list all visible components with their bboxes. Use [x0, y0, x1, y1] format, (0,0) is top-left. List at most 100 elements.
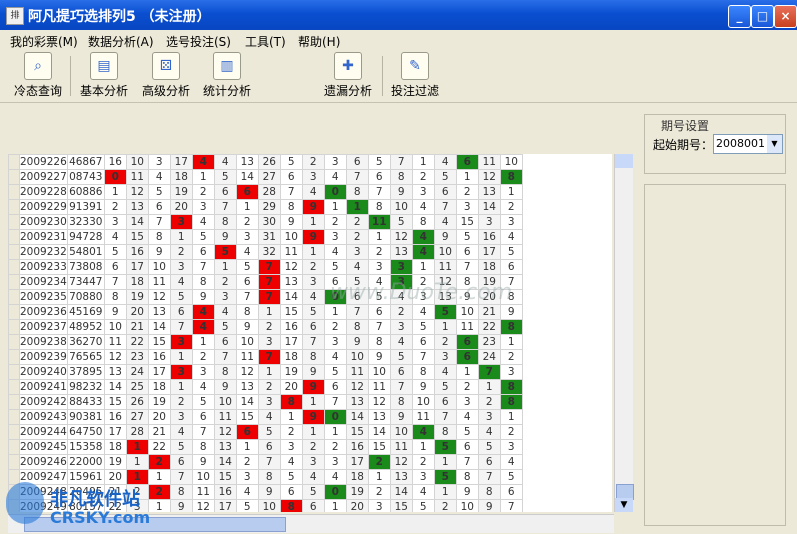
- close-button[interactable]: ×: [774, 5, 797, 28]
- menu-tools[interactable]: 工具(T): [245, 33, 286, 50]
- table-row[interactable]: 2009229 91391 2 13 6 20 3 7 1 29 8 9 1 1 8 10 4 7 3 14 2: [8, 199, 523, 215]
- miss-count-cell: 12: [213, 424, 237, 440]
- row-selector[interactable]: [8, 154, 20, 170]
- table-row[interactable]: 2009236 45169 9 20 13 6 4 4 8 1 15 5 1 7 6 2 4 5 10 21 9: [8, 304, 523, 320]
- missing-analysis-button[interactable]: ✚ 遗漏分析: [322, 52, 374, 100]
- miss-count-cell: 13: [367, 409, 391, 425]
- row-selector[interactable]: [8, 319, 20, 335]
- row-selector[interactable]: [8, 184, 20, 200]
- table-row[interactable]: 2009238 36270 11 22 15 3 1 6 10 3 17 7 3 9 8 4 6 2 6 23 1: [8, 334, 523, 350]
- miss-count-cell: 14: [235, 394, 259, 410]
- table-row[interactable]: 2009231 94728 4 15 8 1 5 9 3 31 10 9 3 2 1 12 4 9 5 16 4: [8, 229, 523, 245]
- miss-count-cell: 1: [499, 409, 523, 425]
- row-selector[interactable]: [8, 364, 20, 380]
- miss-count-cell: 25: [125, 379, 149, 395]
- miss-count-cell: 6: [499, 259, 523, 275]
- table-row[interactable]: 2009227 08743 0 11 4 18 1 5 14 27 6 3 4 7 6 8 2 5 1 12 8: [8, 169, 523, 185]
- row-selector[interactable]: [8, 439, 20, 455]
- row-selector[interactable]: [8, 454, 20, 470]
- advanced-analysis-button[interactable]: ⚄ 高级分析: [140, 52, 192, 100]
- miss-count-cell: 6: [213, 334, 237, 350]
- row-selector[interactable]: [8, 229, 20, 245]
- data-grid[interactable]: 2009226 46867 16 10 3 17 4 4 13 26 5 2 3 6 5 7 1 4 6 11 10 20…: [8, 154, 612, 512]
- row-selector[interactable]: [8, 409, 20, 425]
- row-selector[interactable]: [8, 394, 20, 410]
- basic-analysis-button[interactable]: ▤ 基本分析: [78, 52, 130, 100]
- table-row[interactable]: 2009233 73808 6 17 10 3 7 1 5 7 12 2 5 4 3 3 1 11 7 18 6: [8, 259, 523, 275]
- period-cell: 2009232: [19, 244, 68, 260]
- table-row[interactable]: 2009228 60886 1 12 5 19 2 6 6 28 7 4 0 8 7 9 3 6 2 13 1: [8, 184, 523, 200]
- miss-count-cell: 4: [191, 214, 215, 230]
- logo-emblem-icon: [6, 482, 44, 524]
- table-row[interactable]: 2009240 37895 13 24 17 3 3 8 12 1 19 9 5 11 10 6 8 4 1 7 3: [8, 364, 523, 380]
- miss-count-cell: 8: [213, 364, 237, 380]
- miss-count-cell: 8: [367, 199, 391, 215]
- row-selector[interactable]: [8, 259, 20, 275]
- miss-count-cell: 18: [103, 439, 127, 455]
- miss-count-cell: 3: [301, 454, 325, 470]
- row-selector[interactable]: [8, 214, 20, 230]
- miss-count-cell: 21: [147, 424, 171, 440]
- row-selector[interactable]: [8, 424, 20, 440]
- draw-number-cell: 70880: [66, 289, 105, 305]
- row-selector[interactable]: [8, 379, 20, 395]
- miss-count-cell: 8: [367, 334, 391, 350]
- miss-count-cell: 6: [191, 409, 215, 425]
- draw-number-cell: 46867: [66, 154, 105, 170]
- menu-number-select[interactable]: 选号投注(S): [166, 33, 231, 50]
- cold-query-button[interactable]: ⌕ 冷态查询: [12, 52, 64, 100]
- miss-count-cell: 2: [367, 244, 391, 260]
- scroll-up-arrow[interactable]: [615, 154, 633, 168]
- table-row[interactable]: 2009246 22000 19 1 2 6 9 14 2 7 4 3 3 17 2 12 2 1 7 6 4: [8, 454, 523, 470]
- menu-help[interactable]: 帮助(H): [298, 33, 340, 50]
- miss-count-cell: 11: [411, 409, 435, 425]
- table-row[interactable]: 2009226 46867 16 10 3 17 4 4 13 26 5 2 3 6 5 7 1 4 6 11 10: [8, 154, 523, 170]
- scroll-down-arrow[interactable]: ▼: [615, 498, 633, 512]
- miss-count-cell: 10: [279, 229, 303, 245]
- chevron-down-icon[interactable]: ▼: [767, 135, 782, 153]
- row-selector[interactable]: [8, 304, 20, 320]
- hit-cell: 4: [191, 319, 215, 335]
- miss-count-cell: 5: [455, 229, 479, 245]
- menu-data-analysis[interactable]: 数据分析(A): [88, 33, 154, 50]
- hit-cell: 3: [389, 259, 413, 275]
- miss-count-cell: 16: [125, 244, 149, 260]
- table-row[interactable]: 2009245 15358 18 1 22 5 8 13 1 6 3 2 2 16 15 11 1 5 6 5 3: [8, 439, 523, 455]
- miss-count-cell: 6: [169, 454, 193, 470]
- miss-count-cell: 2: [323, 214, 347, 230]
- row-selector[interactable]: [8, 199, 20, 215]
- start-period-select[interactable]: 2008001 ▼: [713, 134, 783, 154]
- menu-my-lottery[interactable]: 我的彩票(M): [10, 33, 78, 50]
- hit-cell: 4: [411, 244, 435, 260]
- miss-count-cell: 7: [169, 319, 193, 335]
- miss-count-cell: 4: [169, 274, 193, 290]
- vertical-scrollbar[interactable]: ▼: [614, 154, 634, 512]
- minimize-button[interactable]: _: [728, 5, 751, 28]
- table-row[interactable]: 2009239 76565 12 23 16 1 2 7 11 7 18 8 4 10 9 5 7 3 6 24 2: [8, 349, 523, 365]
- miss-count-cell: 13: [389, 469, 413, 485]
- miss-count-cell: 2: [257, 379, 281, 395]
- bet-filter-button[interactable]: ✎ 投注过滤: [389, 52, 441, 100]
- row-selector[interactable]: [8, 349, 20, 365]
- row-selector[interactable]: [8, 169, 20, 185]
- table-row[interactable]: 2009237 48952 10 21 14 7 4 5 9 2 16 6 2 8 7 3 5 1 11 22 8: [8, 319, 523, 335]
- table-row[interactable]: 2009241 98232 14 25 18 1 4 9 13 2 20 9 6 12 11 7 9 5 2 1 8: [8, 379, 523, 395]
- table-row[interactable]: 2009232 54801 5 16 9 2 6 5 4 32 11 1 4 3 2 13 4 10 6 17 5: [8, 244, 523, 260]
- table-row[interactable]: 2009243 90381 16 27 20 3 6 11 15 4 1 9 0 14 13 9 11 7 4 3 1: [8, 409, 523, 425]
- draw-number-cell: 76565: [66, 349, 105, 365]
- miss-count-cell: 4: [147, 169, 171, 185]
- miss-count-cell: 12: [279, 259, 303, 275]
- row-selector[interactable]: [8, 274, 20, 290]
- table-row[interactable]: 2009230 32330 3 14 7 3 4 8 2 30 9 1 2 2 11 5 8 4 15 3 3: [8, 214, 523, 230]
- statistics-analysis-button[interactable]: ▥ 统计分析: [201, 52, 253, 100]
- miss-count-cell: 17: [147, 364, 171, 380]
- row-selector[interactable]: [8, 334, 20, 350]
- row-selector[interactable]: [8, 289, 20, 305]
- table-row[interactable]: 2009244 64750 17 28 21 4 7 12 6 5 2 1 1 15 14 10 4 8 5 4 2: [8, 424, 523, 440]
- table-row[interactable]: 2009242 88433 15 26 19 2 5 10 14 3 8 1 7 13 12 8 10 6 3 2 8: [8, 394, 523, 410]
- miss-count-cell: 14: [103, 379, 127, 395]
- miss-count-cell: 12: [477, 169, 501, 185]
- miss-count-cell: 2: [455, 379, 479, 395]
- row-selector[interactable]: [8, 244, 20, 260]
- maximize-button[interactable]: □: [751, 5, 774, 28]
